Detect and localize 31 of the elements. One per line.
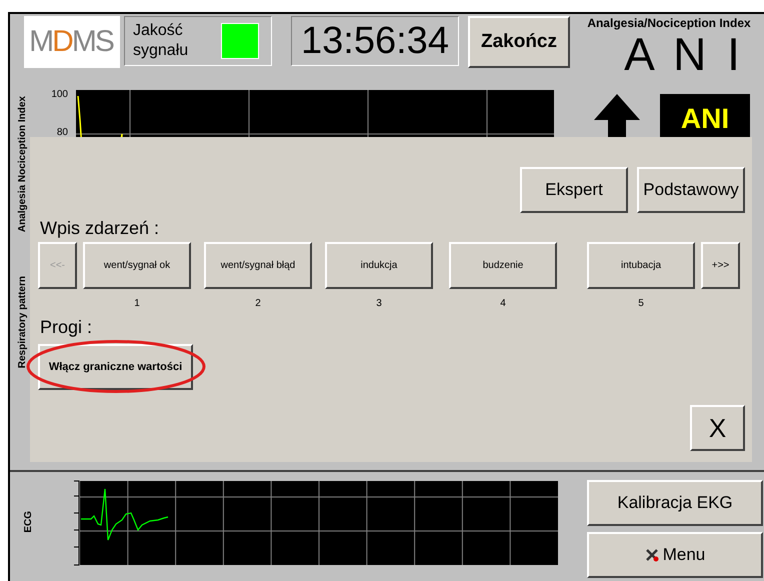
logo: MDMS	[24, 16, 120, 68]
close-button[interactable]: X	[690, 405, 745, 451]
event-button[interactable]: went/sygnał ok	[83, 242, 191, 289]
next-button[interactable]: +>>	[701, 242, 740, 289]
ecg-label: ECG	[23, 511, 35, 533]
events-title: Wpis zdarzeń :	[40, 217, 160, 240]
trend-axis-label: Analgesia Nociception Index	[17, 96, 29, 232]
signal-quality-label: Jakość sygnału	[133, 21, 190, 61]
ecg-calibration-button[interactable]: Kalibracja EKG	[587, 480, 763, 526]
y-tick-label: 100	[51, 89, 68, 101]
event-number: 1	[134, 297, 140, 311]
event-button[interactable]: went/sygnał błąd	[204, 242, 312, 289]
clock: 13:56:34	[291, 16, 459, 66]
enable-limits-button[interactable]: Włącz graniczne wartości	[38, 344, 193, 390]
mode-button[interactable]: Podstawowy	[637, 167, 745, 213]
menu-button[interactable]: Menu	[587, 532, 763, 578]
event-button[interactable]: intubacja	[587, 242, 695, 289]
thresholds-title: Progi :	[40, 316, 92, 339]
event-button[interactable]: indukcja	[325, 242, 433, 289]
event-number: 3	[376, 297, 382, 311]
event-number: 2	[255, 297, 261, 311]
tools-icon	[644, 548, 659, 562]
event-number: 4	[500, 297, 506, 311]
end-button[interactable]: Zakończ	[468, 16, 570, 68]
respiratory-axis-label: Respiratory pattern	[17, 276, 29, 368]
ani-title: A N I	[624, 32, 744, 76]
mode-button[interactable]: Ekspert	[520, 167, 628, 213]
y-tick-label: 80	[56, 127, 68, 139]
event-button[interactable]: budzenie	[449, 242, 557, 289]
ani-panel-title: Analgesia/Nociception Index	[587, 15, 751, 32]
event-number: 5	[638, 297, 644, 311]
